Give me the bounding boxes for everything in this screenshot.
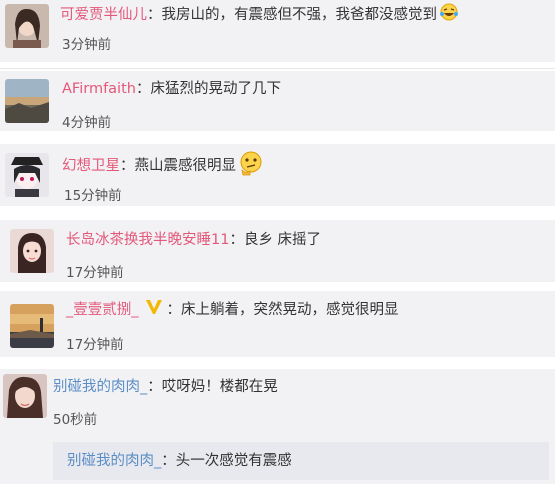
timestamp: 50秒前 — [53, 412, 98, 428]
comment-text: 燕山震感很明显 — [134, 158, 237, 174]
comment-card: AFirmfaith：床猛烈的晃动了几下 4分钟前 — [0, 71, 555, 131]
username-link[interactable]: _壹壹贰捌_ — [66, 302, 139, 318]
timestamp: 4分钟前 — [62, 115, 112, 131]
timestamp: 3分钟前 — [62, 37, 112, 53]
comment-line: AFirmfaith：床猛烈的晃动了几下 — [62, 81, 281, 97]
comment-text: 良乡 床摇了 — [243, 232, 322, 248]
username-link[interactable]: 幻想卫星 — [62, 158, 120, 174]
avatar[interactable] — [10, 229, 54, 273]
laugh-cry-emoji-icon — [439, 3, 459, 27]
comment-text: 床猛烈的晃动了几下 — [150, 81, 281, 97]
thinking-emoji-icon — [238, 150, 264, 182]
timestamp: 15分钟前 — [64, 188, 122, 204]
comment-card: _壹壹贰捌_ ：床上躺着，突然晃动，感觉很明显 17分钟前 — [0, 291, 555, 357]
comment-line: 幻想卫星：燕山震感很明显 — [62, 150, 264, 182]
avatar[interactable] — [5, 153, 49, 197]
avatar[interactable] — [5, 79, 49, 123]
comment-line: 别碰我的肉肉_：哎呀妈！楼都在晃 — [53, 379, 278, 395]
comment-card: 幻想卫星：燕山震感很明显 15分钟前 — [0, 144, 555, 206]
avatar[interactable] — [5, 4, 49, 48]
comment-card: 长岛冰茶换我半晚安睡11：良乡 床摇了 17分钟前 — [0, 220, 555, 282]
reply-line: 别碰我的肉肉_：头一次感觉有震感 — [67, 453, 292, 469]
comment-line: 可爱贾半仙儿：我房山的，有震感但不强，我爸都没感觉到 — [60, 3, 459, 27]
comment-text: 床上躺着，突然晃动，感觉很明显 — [181, 302, 399, 318]
comment-card: 别碰我的肉肉_：哎呀妈！楼都在晃 50秒前 别碰我的肉肉_：头一次感觉有震感 — [0, 369, 555, 484]
reply-username-link[interactable]: 别碰我的肉肉_ — [67, 453, 161, 469]
reply-text: 头一次感觉有震感 — [175, 453, 292, 469]
divider — [0, 68, 555, 69]
comment-text: 哎呀妈！楼都在晃 — [161, 379, 278, 395]
username-link[interactable]: 可爱贾半仙儿 — [60, 7, 147, 23]
comment-line: 长岛冰茶换我半晚安睡11：良乡 床摇了 — [66, 232, 322, 248]
username-link[interactable]: 长岛冰茶换我半晚安睡11 — [66, 232, 229, 248]
verified-badge-icon — [145, 299, 163, 321]
timestamp: 17分钟前 — [66, 337, 124, 353]
comment-line: _壹壹贰捌_ ：床上躺着，突然晃动，感觉很明显 — [66, 299, 399, 321]
avatar[interactable] — [3, 374, 47, 418]
timestamp: 17分钟前 — [66, 265, 124, 281]
username-link[interactable]: AFirmfaith — [62, 81, 136, 97]
username-link[interactable]: 别碰我的肉肉_ — [53, 379, 147, 395]
avatar[interactable] — [10, 304, 54, 348]
comment-text: 我房山的，有震感但不强，我爸都没感觉到 — [161, 7, 438, 23]
comment-card: 可爱贾半仙儿：我房山的，有震感但不强，我爸都没感觉到 3分钟前 — [0, 0, 555, 62]
reply-box: 别碰我的肉肉_：头一次感觉有震感 — [53, 442, 549, 480]
